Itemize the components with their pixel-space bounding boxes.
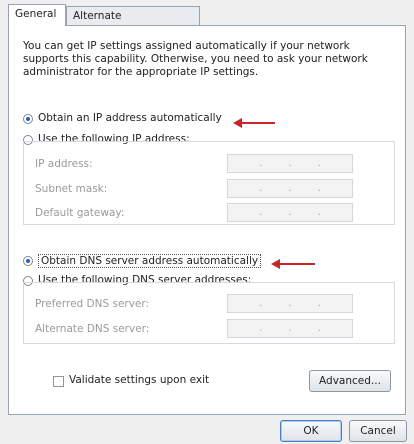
alternate-dns-label: Alternate DNS server:: [35, 323, 150, 335]
tab-alternate-configuration[interactable]: Alternate Configuration: [66, 6, 200, 40]
preferred-dns-input[interactable]: ...: [227, 294, 353, 313]
ip-dot: .: [317, 207, 321, 218]
ip-dot: .: [317, 183, 321, 194]
default-gateway-input[interactable]: ...: [227, 203, 353, 222]
ip-dot: .: [288, 323, 292, 334]
ip-dot: .: [259, 183, 263, 194]
default-gateway-label: Default gateway:: [35, 207, 125, 219]
alternate-dns-input[interactable]: ...: [227, 319, 353, 338]
ip-address-label: IP address:: [35, 158, 93, 170]
obtain-ip-auto-label[interactable]: Obtain an IP address automatically: [38, 112, 222, 124]
ip-dot: .: [288, 298, 292, 309]
obtain-dns-auto-radio[interactable]: [23, 256, 33, 266]
ip-dot: .: [259, 207, 263, 218]
validate-settings-label[interactable]: Validate settings upon exit: [69, 374, 209, 386]
ip-dot: .: [288, 207, 292, 218]
annotation-arrow-line-2: [279, 263, 315, 265]
ip-dot: .: [259, 323, 263, 334]
ip-dot: .: [288, 158, 292, 169]
ip-dot: .: [317, 158, 321, 169]
obtain-ip-auto-radio[interactable]: [23, 114, 33, 124]
subnet-mask-label: Subnet mask:: [35, 183, 108, 195]
description-text: You can get IP settings assigned automat…: [23, 40, 368, 78]
preferred-dns-label: Preferred DNS server:: [35, 298, 150, 310]
general-tab-panel: You can get IP settings assigned automat…: [8, 25, 406, 415]
subnet-mask-input[interactable]: ...: [227, 179, 353, 198]
validate-settings-checkbox[interactable]: [53, 376, 64, 387]
ok-button[interactable]: OK: [280, 420, 342, 442]
advanced-button[interactable]: Advanced...: [309, 370, 391, 392]
annotation-arrow-line-1: [241, 122, 275, 124]
ip-dot: .: [317, 323, 321, 334]
ip-dot: .: [259, 158, 263, 169]
ip-address-input[interactable]: ...: [227, 154, 353, 173]
ip-dot: .: [259, 298, 263, 309]
ip-dot: .: [317, 298, 321, 309]
ip-dot: .: [288, 183, 292, 194]
tab-general[interactable]: General: [8, 4, 66, 26]
obtain-dns-auto-label[interactable]: Obtain DNS server address automatically: [38, 254, 262, 268]
cancel-button[interactable]: Cancel: [349, 420, 407, 442]
